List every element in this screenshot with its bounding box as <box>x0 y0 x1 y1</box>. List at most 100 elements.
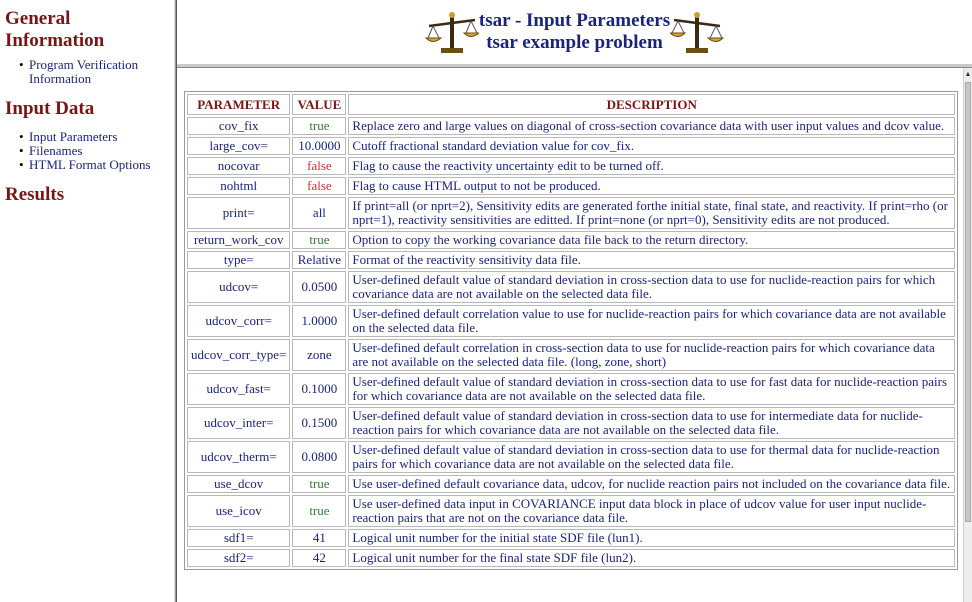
nav-link-label: HTML Format Options <box>29 157 151 172</box>
table-row: udcov_therm= 0.0800 User-defined default v… <box>187 441 955 473</box>
parameter-name: return_work_cov <box>187 231 291 249</box>
parameter-value: 1.0000 <box>292 305 347 337</box>
scroll-up-arrow-icon[interactable]: ▲ <box>964 70 972 78</box>
content-frame: PARAMETER VALUE DESCRIPTION cov_fix true R… <box>177 68 972 602</box>
nav-link-html-format-options[interactable]: • HTML Format Options <box>19 157 174 172</box>
page-subtitle: tsar example problem <box>486 32 663 53</box>
input-parameters-table: PARAMETER VALUE DESCRIPTION cov_fix true R… <box>184 91 958 570</box>
column-header-description: DESCRIPTION <box>348 94 955 115</box>
parameter-value: true <box>292 495 347 527</box>
parameter-name: udcov= <box>187 271 291 303</box>
parameter-description: Use user-defined default covariance data… <box>348 475 955 493</box>
table-row: udcov_corr= 1.0000 User-defined default co… <box>187 305 955 337</box>
parameter-name: sdf2= <box>187 549 291 567</box>
table-row: sdf2= 42 Logical unit number for the final… <box>187 549 955 567</box>
parameter-description: Logical unit number for the initial stat… <box>348 529 955 547</box>
parameter-value: 10.0000 <box>292 137 347 155</box>
nav-link-label-line1: Program Verification <box>29 57 139 72</box>
parameter-name: udcov_corr= <box>187 305 291 337</box>
table-row: print= all If print=all (or nprt=2), Sensi… <box>187 197 955 229</box>
parameter-name: type= <box>187 251 291 269</box>
section-heading-results[interactable]: Results <box>5 184 174 206</box>
parameter-name: use_icov <box>187 495 291 527</box>
table-row: udcov_corr_type= zone User-defined default… <box>187 339 955 371</box>
parameter-value: all <box>292 197 347 229</box>
parameter-description: User-defined default value of standard d… <box>348 441 955 473</box>
parameter-name: sdf1= <box>187 529 291 547</box>
parameter-name: cov_fix <box>187 117 291 135</box>
bullet-icon: • <box>19 143 24 158</box>
parameter-description: Flag to cause the reactivity uncertainty… <box>348 157 955 175</box>
sidebar-nav: General Information • Program Verificati… <box>0 0 174 602</box>
parameter-value: true <box>292 231 347 249</box>
parameter-value: 0.1000 <box>292 373 347 405</box>
bullet-icon: • <box>19 157 24 172</box>
parameter-description: User-defined default value of standard d… <box>348 373 955 405</box>
parameter-value: 41 <box>292 529 347 547</box>
table-body: cov_fix true Replace zero and large values… <box>187 117 955 567</box>
table-row: nocovar false Flag to cause the reactivity… <box>187 157 955 175</box>
nav-link-label-line2: Information <box>29 71 92 86</box>
table-header-row: PARAMETER VALUE DESCRIPTION <box>187 94 955 115</box>
header-frame: tsar - Input Parameters tsar example pro… <box>177 0 972 65</box>
parameter-name: udcov_corr_type= <box>187 339 291 371</box>
table-row: udcov= 0.0500 User-defined default value o… <box>187 271 955 303</box>
parameter-name: udcov_inter= <box>187 407 291 439</box>
parameter-value: true <box>292 475 347 493</box>
scales-icon-right <box>670 12 724 53</box>
parameter-name: nocovar <box>187 157 291 175</box>
nav-link-filenames[interactable]: • Filenames <box>19 143 174 158</box>
nav-link-label: Input Parameters <box>29 129 118 144</box>
parameter-name: udcov_fast= <box>187 373 291 405</box>
table-row: use_dcov true Use user-defined default cov… <box>187 475 955 493</box>
parameter-value: 0.1500 <box>292 407 347 439</box>
parameter-name: use_dcov <box>187 475 291 493</box>
parameter-name: udcov_therm= <box>187 441 291 473</box>
nav-link-label: Filenames <box>29 143 83 158</box>
parameter-name: print= <box>187 197 291 229</box>
parameter-value: Relative <box>292 251 347 269</box>
parameter-description: Replace zero and large values on diagona… <box>348 117 955 135</box>
parameter-description: User-defined default value of standard d… <box>348 407 955 439</box>
parameter-description: Use user-defined data input in COVARIANC… <box>348 495 955 527</box>
parameter-name: nohtml <box>187 177 291 195</box>
table-row: cov_fix true Replace zero and large values… <box>187 117 955 135</box>
parameter-value: 42 <box>292 549 347 567</box>
parameter-value: zone <box>292 339 347 371</box>
parameter-description: User-defined default correlation in cros… <box>348 339 955 371</box>
vertical-scrollbar[interactable]: ▲ <box>963 68 972 602</box>
bullet-icon: • <box>19 57 24 72</box>
parameter-description: Flag to cause HTML output to not be prod… <box>348 177 955 195</box>
nav-link-input-parameters[interactable]: • Input Parameters <box>19 129 174 144</box>
parameter-description: Format of the reactivity sensitivity dat… <box>348 251 955 269</box>
bullet-icon: • <box>19 129 24 144</box>
input-links: • Input Parameters • Filenames • HTML Fo… <box>0 130 174 172</box>
parameter-description: Cutoff fractional standard deviation val… <box>348 137 955 155</box>
section-heading-general-line2: Information <box>5 30 105 51</box>
parameter-value: 0.0500 <box>292 271 347 303</box>
parameter-value: 0.0800 <box>292 441 347 473</box>
scrollbar-thumb[interactable] <box>965 82 971 522</box>
column-header-value: VALUE <box>292 94 347 115</box>
table-row: type= Relative Format of the reactivity se… <box>187 251 955 269</box>
parameter-value: true <box>292 117 347 135</box>
table-row: udcov_fast= 0.1000 User-defined default va… <box>187 373 955 405</box>
table-row: udcov_inter= 0.1500 User-defined default v… <box>187 407 955 439</box>
page-title: tsar - Input Parameters <box>478 10 671 31</box>
table-row: large_cov= 10.0000 Cutoff fractional stand… <box>187 137 955 155</box>
parameter-description: User-defined default correlation value t… <box>348 305 955 337</box>
general-links: • Program Verification Information <box>0 58 174 86</box>
parameter-name: large_cov= <box>187 137 291 155</box>
section-heading-general: General Information <box>5 8 174 52</box>
parameter-value: false <box>292 177 347 195</box>
parameter-description: Logical unit number for the final state … <box>348 549 955 567</box>
table-row: nohtml false Flag to cause HTML output to … <box>187 177 955 195</box>
table-row: sdf1= 41 Logical unit number for the initi… <box>187 529 955 547</box>
parameter-value: false <box>292 157 347 175</box>
section-heading-general-line1: General <box>5 8 71 29</box>
parameter-description: If print=all (or nprt=2), Sensitivity ed… <box>348 197 955 229</box>
parameter-description: Option to copy the working covariance da… <box>348 231 955 249</box>
table-row: return_work_cov true Option to copy the wo… <box>187 231 955 249</box>
parameter-description: User-defined default value of standard d… <box>348 271 955 303</box>
nav-link-program-verification[interactable]: • Program Verification Information <box>19 57 174 86</box>
